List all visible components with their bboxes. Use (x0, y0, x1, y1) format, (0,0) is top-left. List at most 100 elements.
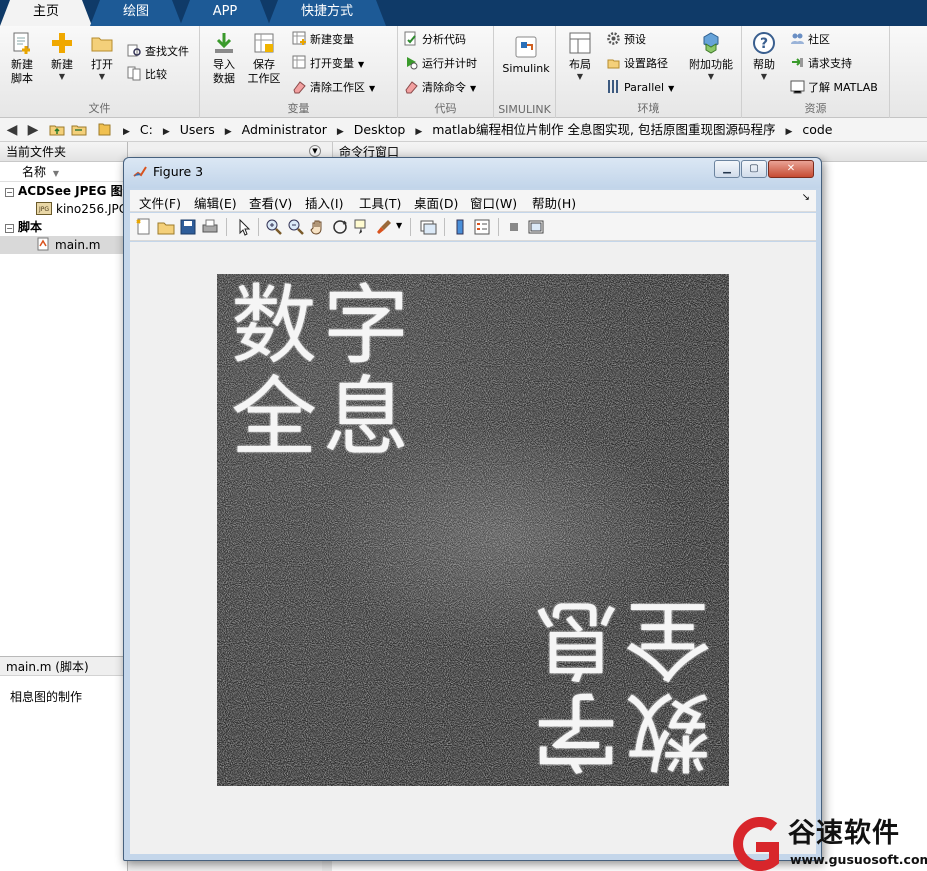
hide-plot-tools-icon[interactable] (504, 217, 524, 237)
preferences-button[interactable]: 预设 (606, 30, 646, 50)
minimize-button[interactable]: ▁ (714, 160, 740, 178)
rotate-3d-icon[interactable] (330, 217, 350, 237)
script-file-icon (37, 237, 49, 251)
tree-group-label: 脚本 (18, 220, 43, 234)
pan-hand-icon[interactable] (308, 217, 328, 237)
crumb-code[interactable]: code (802, 122, 832, 137)
analyze-code-button[interactable]: 分析代码 (404, 30, 466, 50)
crumb-project-folder[interactable]: matlab编程相位片制作 全息图实现, 包括原图重现图源码程序 (432, 122, 775, 137)
crumb-administrator[interactable]: Administrator (242, 122, 327, 137)
panel-menu-chevron-icon[interactable]: ▼ (309, 145, 321, 157)
zoom-in-icon[interactable] (264, 217, 284, 237)
compare-button[interactable]: 比较 (127, 65, 167, 85)
figure-titlebar[interactable]: Figure 3 ▁ ▢ ✕ (124, 158, 821, 188)
addons-button[interactable]: 附加功能 ▼ (686, 30, 736, 82)
legend-icon[interactable] (472, 217, 492, 237)
parallel-button[interactable]: Parallel ▼ (606, 78, 674, 98)
menu-insert[interactable]: 插入(I) (305, 193, 343, 212)
tab-home[interactable]: 主页 (0, 0, 92, 26)
tab-plots[interactable]: 绘图 (90, 0, 182, 26)
parallel-icon (608, 80, 618, 93)
figure-toolbar: ▼ (130, 213, 816, 241)
simulink-button[interactable]: Simulink (500, 34, 552, 76)
crumb-drive[interactable]: C: (140, 122, 153, 137)
show-plot-tools-icon[interactable] (526, 217, 546, 237)
colorbar-icon[interactable] (450, 217, 470, 237)
import-data-label: 导入 数据 (213, 58, 235, 85)
tree-file-jpg[interactable]: JPG kino256.JPG (0, 200, 127, 218)
analyze-code-label: 分析代码 (422, 33, 466, 46)
run-and-time-icon (407, 57, 418, 70)
new-figure-icon[interactable] (134, 217, 154, 237)
new-variable-button[interactable]: 新建变量 (292, 30, 354, 50)
menu-file[interactable]: 文件(F) (139, 193, 181, 212)
pointer-icon[interactable] (234, 217, 254, 237)
root-folder-icon[interactable] (96, 121, 114, 139)
open-button[interactable]: 打开 ▼ (82, 30, 122, 82)
new-button[interactable]: 新建 ▼ (42, 30, 82, 82)
community-button[interactable]: 社区 (790, 30, 830, 50)
help-button[interactable]: ? 帮助 ▼ (744, 30, 784, 82)
menu-view[interactable]: 查看(V) (249, 193, 292, 212)
tab-apps[interactable]: APP (180, 0, 270, 26)
request-support-button[interactable]: 请求支持 (790, 54, 852, 74)
forward-arrow-icon[interactable]: ▶ (24, 121, 42, 139)
open-variable-icon (292, 55, 306, 69)
tree-file-main-m[interactable]: main.m (0, 236, 127, 254)
find-files-button[interactable]: 查找文件 (127, 42, 189, 62)
zoom-out-icon[interactable] (286, 217, 306, 237)
browse-folder-icon[interactable] (70, 121, 88, 139)
breadcrumb: ▶ C: ▶ Users ▶ Administrator ▶ Desktop ▶… (120, 118, 836, 142)
menu-edit[interactable]: 编辑(E) (194, 193, 237, 212)
close-button[interactable]: ✕ (768, 160, 814, 178)
tree-group-jpeg[interactable]: − ACDSee JPEG 图像 (0, 182, 127, 200)
run-and-time-button[interactable]: 运行并计时 (404, 54, 477, 74)
new-script-button[interactable]: 新建 脚本 (2, 30, 42, 86)
file-group-label: 文件 (88, 102, 111, 115)
variable-group-label: 变量 (287, 102, 310, 115)
hologram-line: 数字 (527, 680, 711, 780)
up-folder-icon[interactable] (48, 121, 66, 139)
crumb-users[interactable]: Users (180, 122, 215, 137)
back-arrow-icon[interactable]: ◀ (3, 121, 21, 139)
crumb-desktop[interactable]: Desktop (354, 122, 406, 137)
learn-matlab-button[interactable]: 了解 MATLAB (790, 78, 878, 98)
brush-icon[interactable] (374, 217, 394, 237)
open-variable-button[interactable]: 打开变量 ▼ (292, 54, 364, 74)
save-workspace-button[interactable]: 保存 工作区 (244, 30, 284, 86)
chevron-down-icon[interactable]: ▼ (396, 221, 402, 230)
set-path-button[interactable]: 设置路径 (606, 54, 668, 74)
print-icon[interactable] (200, 217, 220, 237)
link-plot-icon[interactable] (418, 217, 438, 237)
figure-canvas[interactable]: 数字 全息 数字 全息 (130, 242, 816, 854)
menu-tools[interactable]: 工具(T) (359, 193, 401, 212)
tree-group-scripts[interactable]: − 脚本 (0, 218, 127, 236)
resources-group-label: 资源 (804, 102, 827, 115)
import-data-button[interactable]: 导入 数据 (204, 30, 244, 86)
clear-workspace-button[interactable]: 清除工作区 ▼ (292, 78, 375, 98)
chevron-down-icon: ▼ (470, 84, 477, 93)
new-variable-icon (292, 31, 306, 45)
data-cursor-icon[interactable] (352, 217, 372, 237)
save-icon[interactable] (178, 217, 198, 237)
hologram-line: 全息 (231, 368, 415, 468)
ribbon-tab-bar: 主页 绘图 APP 快捷方式 (0, 0, 927, 26)
dock-arrow-icon[interactable]: ↘ (802, 192, 810, 203)
maximize-button[interactable]: ▢ (741, 160, 767, 178)
menu-desktop[interactable]: 桌面(D) (414, 193, 458, 212)
open-label: 打开 (91, 58, 113, 71)
tab-shortcuts[interactable]: 快捷方式 (268, 0, 386, 26)
layout-label: 布局 (569, 58, 591, 71)
chevron-right-icon: ▶ (785, 127, 793, 137)
tree-file-label: main.m (55, 238, 101, 252)
menu-window[interactable]: 窗口(W) (470, 193, 517, 212)
layout-button[interactable]: 布局 ▼ (560, 30, 600, 82)
name-column-header[interactable]: 名称 ▼ (0, 162, 127, 182)
clear-commands-button[interactable]: 清除命令 ▼ (404, 78, 476, 98)
support-icon (792, 58, 803, 67)
toolbar-separator (226, 218, 227, 236)
menu-help[interactable]: 帮助(H) (532, 193, 576, 212)
open-file-icon[interactable] (156, 217, 176, 237)
collapse-icon: − (5, 188, 14, 197)
eraser-icon (293, 81, 306, 94)
